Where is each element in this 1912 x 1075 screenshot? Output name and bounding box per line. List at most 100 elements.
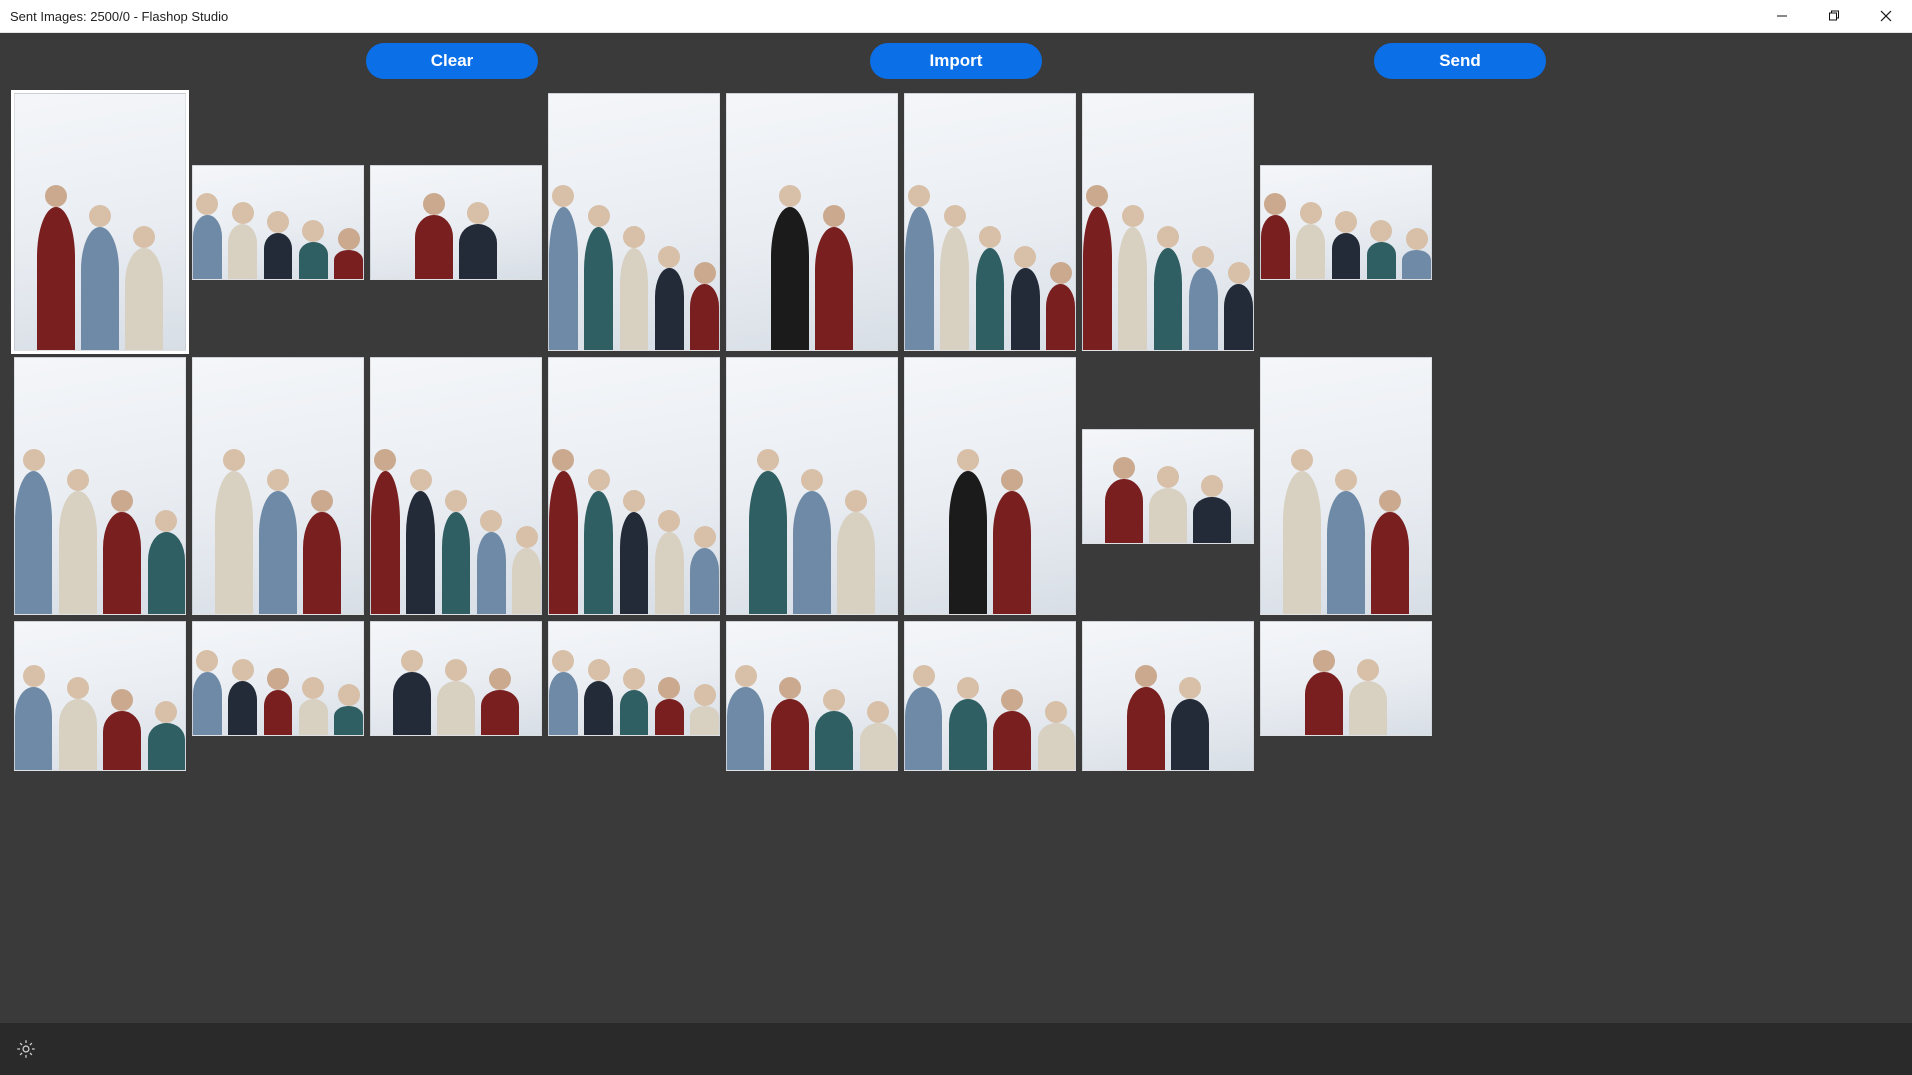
image-thumbnail[interactable] <box>192 357 364 615</box>
image-cell[interactable] <box>726 93 898 351</box>
app-body: Clear Import Send <box>0 33 1912 1075</box>
person-silhouette <box>1105 479 1142 542</box>
image-cell[interactable] <box>904 621 1076 771</box>
person-silhouette <box>584 227 613 350</box>
person-silhouette <box>815 227 852 350</box>
image-thumbnail[interactable] <box>1082 429 1254 544</box>
gear-icon <box>15 1038 37 1060</box>
image-thumbnail[interactable] <box>14 621 186 771</box>
image-cell[interactable] <box>1260 621 1432 771</box>
image-cell[interactable] <box>14 357 186 615</box>
image-cell[interactable] <box>904 93 1076 351</box>
minimize-button[interactable] <box>1756 0 1808 32</box>
close-button[interactable] <box>1860 0 1912 32</box>
image-cell[interactable] <box>1260 357 1432 615</box>
image-thumbnail[interactable] <box>192 165 364 280</box>
image-thumbnail[interactable] <box>548 93 720 351</box>
maximize-button[interactable] <box>1808 0 1860 32</box>
image-thumbnail[interactable] <box>904 621 1076 771</box>
image-cell[interactable] <box>192 621 364 771</box>
photo-content <box>371 409 541 614</box>
person-silhouette <box>334 250 363 279</box>
person-silhouette <box>584 681 613 735</box>
image-thumbnail[interactable] <box>370 165 542 280</box>
person-silhouette <box>620 512 649 614</box>
image-thumbnail[interactable] <box>1260 165 1432 280</box>
image-cell[interactable] <box>192 357 364 615</box>
person-silhouette <box>549 471 578 614</box>
person-silhouette <box>655 699 684 735</box>
photo-content <box>1261 409 1431 614</box>
image-cell[interactable] <box>370 621 542 771</box>
image-thumbnail[interactable] <box>370 357 542 615</box>
person-silhouette <box>228 224 257 278</box>
image-cell[interactable] <box>14 621 186 771</box>
person-silhouette <box>976 248 1005 350</box>
photo-content <box>727 409 897 614</box>
image-thumbnail[interactable] <box>726 357 898 615</box>
person-silhouette <box>1038 723 1075 770</box>
photo-content <box>1261 188 1431 278</box>
image-cell[interactable] <box>1082 93 1254 351</box>
image-thumbnail[interactable] <box>726 621 898 771</box>
image-thumbnail[interactable] <box>726 93 898 351</box>
image-thumbnail[interactable] <box>14 357 186 615</box>
image-cell[interactable] <box>192 93 364 351</box>
image-thumbnail[interactable] <box>1082 93 1254 351</box>
image-cell[interactable] <box>1260 93 1432 351</box>
clear-button[interactable]: Clear <box>366 43 538 79</box>
image-cell[interactable] <box>370 357 542 615</box>
photo-content <box>193 409 363 614</box>
image-cell[interactable] <box>904 357 1076 615</box>
import-button[interactable]: Import <box>870 43 1042 79</box>
person-silhouette <box>1083 207 1112 350</box>
settings-button[interactable] <box>14 1037 38 1061</box>
photo-content <box>549 409 719 614</box>
person-silhouette <box>727 687 764 770</box>
person-silhouette <box>481 690 518 735</box>
person-silhouette <box>905 687 942 770</box>
person-silhouette <box>949 699 986 770</box>
photo-content <box>371 188 541 278</box>
person-silhouette <box>512 548 541 614</box>
image-thumbnail[interactable] <box>370 621 542 736</box>
person-silhouette <box>1171 699 1208 770</box>
photo-content <box>1083 145 1253 350</box>
photo-content <box>549 145 719 350</box>
person-silhouette <box>125 248 162 350</box>
photo-content <box>905 652 1075 770</box>
person-silhouette <box>1189 268 1218 350</box>
image-thumbnail[interactable] <box>192 621 364 736</box>
image-cell[interactable] <box>726 621 898 771</box>
image-cell[interactable] <box>14 93 186 351</box>
photo-content <box>549 645 719 735</box>
image-thumbnail[interactable] <box>14 93 186 351</box>
image-cell[interactable] <box>726 357 898 615</box>
image-cell[interactable] <box>370 93 542 351</box>
person-silhouette <box>620 248 649 350</box>
image-thumbnail[interactable] <box>548 621 720 736</box>
send-button[interactable]: Send <box>1374 43 1546 79</box>
image-thumbnail[interactable] <box>904 357 1076 615</box>
image-thumbnail[interactable] <box>548 357 720 615</box>
photo-content <box>727 145 897 350</box>
image-thumbnail[interactable] <box>1260 357 1432 615</box>
image-cell[interactable] <box>1082 357 1254 615</box>
image-cell[interactable] <box>1082 621 1254 771</box>
person-silhouette <box>860 723 897 770</box>
image-cell[interactable] <box>548 93 720 351</box>
person-silhouette <box>549 672 578 735</box>
image-grid-viewport[interactable] <box>0 89 1912 1023</box>
person-silhouette <box>303 512 340 614</box>
image-cell[interactable] <box>548 357 720 615</box>
minimize-icon <box>1776 10 1788 22</box>
image-thumbnail[interactable] <box>1082 621 1254 771</box>
image-thumbnail[interactable] <box>1260 621 1432 736</box>
person-silhouette <box>299 699 328 735</box>
photo-content <box>15 409 185 614</box>
person-silhouette <box>415 215 452 278</box>
image-thumbnail[interactable] <box>904 93 1076 351</box>
image-cell[interactable] <box>548 621 720 771</box>
person-silhouette <box>1296 224 1325 278</box>
person-silhouette <box>148 532 185 614</box>
